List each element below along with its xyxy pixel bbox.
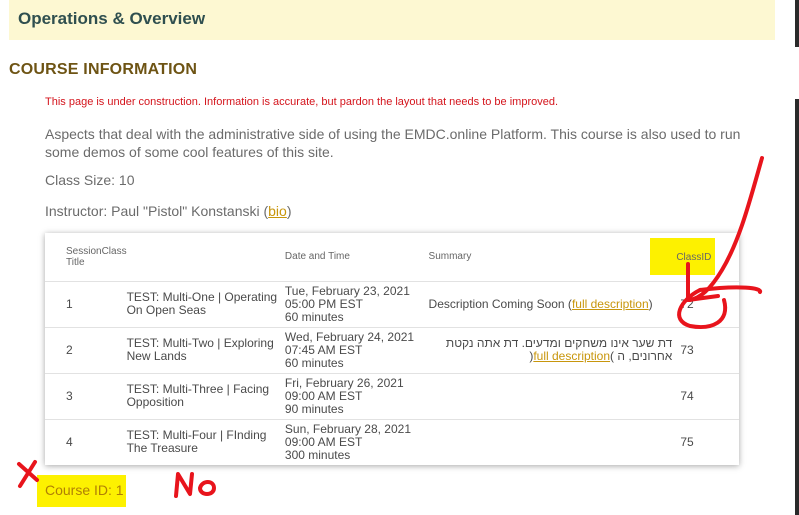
table-row: 3 TEST: Multi-Three | Facing Opposition … [45,372,739,419]
page-title: Operations & Overview [18,9,206,28]
instructor-text: Instructor: Paul "Pistol" Konstanski ( [45,203,269,219]
class-id: 72 [676,280,739,327]
header-summary[interactable]: Summary [429,233,677,281]
class-size: Class Size: 10 [45,172,135,188]
instructor-bio-link[interactable]: bio [268,203,287,219]
sessions-table-card: SessionClass Title Date and Time Summary… [45,233,739,465]
x-mark-annotation [17,460,39,488]
session-number: 2 [45,326,127,373]
class-title: TEST: Multi-Four | FInding The Treasure [126,418,285,465]
construction-notice: This page is under construction. Informa… [45,96,559,108]
course-id: Course ID: 1 [45,482,124,498]
course-id-highlight: Course ID: 1 [37,475,126,507]
page-header-banner: Operations & Overview [9,0,775,40]
header-classid[interactable]: ClassID [650,233,739,281]
class-id: 75 [676,418,739,465]
sessions-table: SessionClass Title Date and Time Summary… [45,233,739,465]
header-session[interactable]: SessionClass Title [45,233,127,281]
session-number: 1 [45,280,127,327]
summary: דת שער אינו משחקים ומדעים. דת אתה נקטת א… [428,326,677,373]
session-number: 4 [45,418,127,465]
table-row: 4 TEST: Multi-Four | FInding The Treasur… [45,418,739,465]
date-time: Wed, February 24, 2021 07:45 AM EST 60 min… [284,326,429,373]
class-id: 74 [676,372,739,419]
full-description-link[interactable]: full description [533,349,610,363]
class-id: 73 [676,326,739,373]
class-title: TEST: Multi-Two | Exploring New Lands [126,326,285,373]
class-title: TEST: Multi-Three | Facing Opposition [126,372,285,419]
no-annotation [174,472,216,498]
summary [428,418,677,465]
class-title: TEST: Multi-One | Operating On Open Seas [126,280,285,327]
full-description-link[interactable]: full description [572,297,649,311]
section-heading: COURSE INFORMATION [9,61,198,78]
table-header-row: SessionClass Title Date and Time Summary… [45,233,739,281]
summary [428,372,677,419]
table-row: 1 TEST: Multi-One | Operating On Open Se… [45,280,739,327]
table-row: 2 TEST: Multi-Two | Exploring New Lands … [45,326,739,373]
session-number: 3 [45,372,127,419]
classid-highlight: ClassID [650,238,716,276]
summary: Description Coming Soon (full descriptio… [428,280,677,327]
course-description: Aspects that deal with the administrativ… [45,126,741,160]
date-time: Fri, February 26, 2021 09:00 AM EST 90 min… [284,372,429,419]
date-time: Tue, February 23, 2021 05:00 PM EST 60 min… [284,280,429,327]
date-time: Sun, February 28, 2021 09:00 AM EST 300 mi… [284,418,429,465]
instructor-line: Instructor: Paul "Pistol" Konstanski (bi… [45,203,292,219]
header-date[interactable]: Date and Time [285,233,429,281]
